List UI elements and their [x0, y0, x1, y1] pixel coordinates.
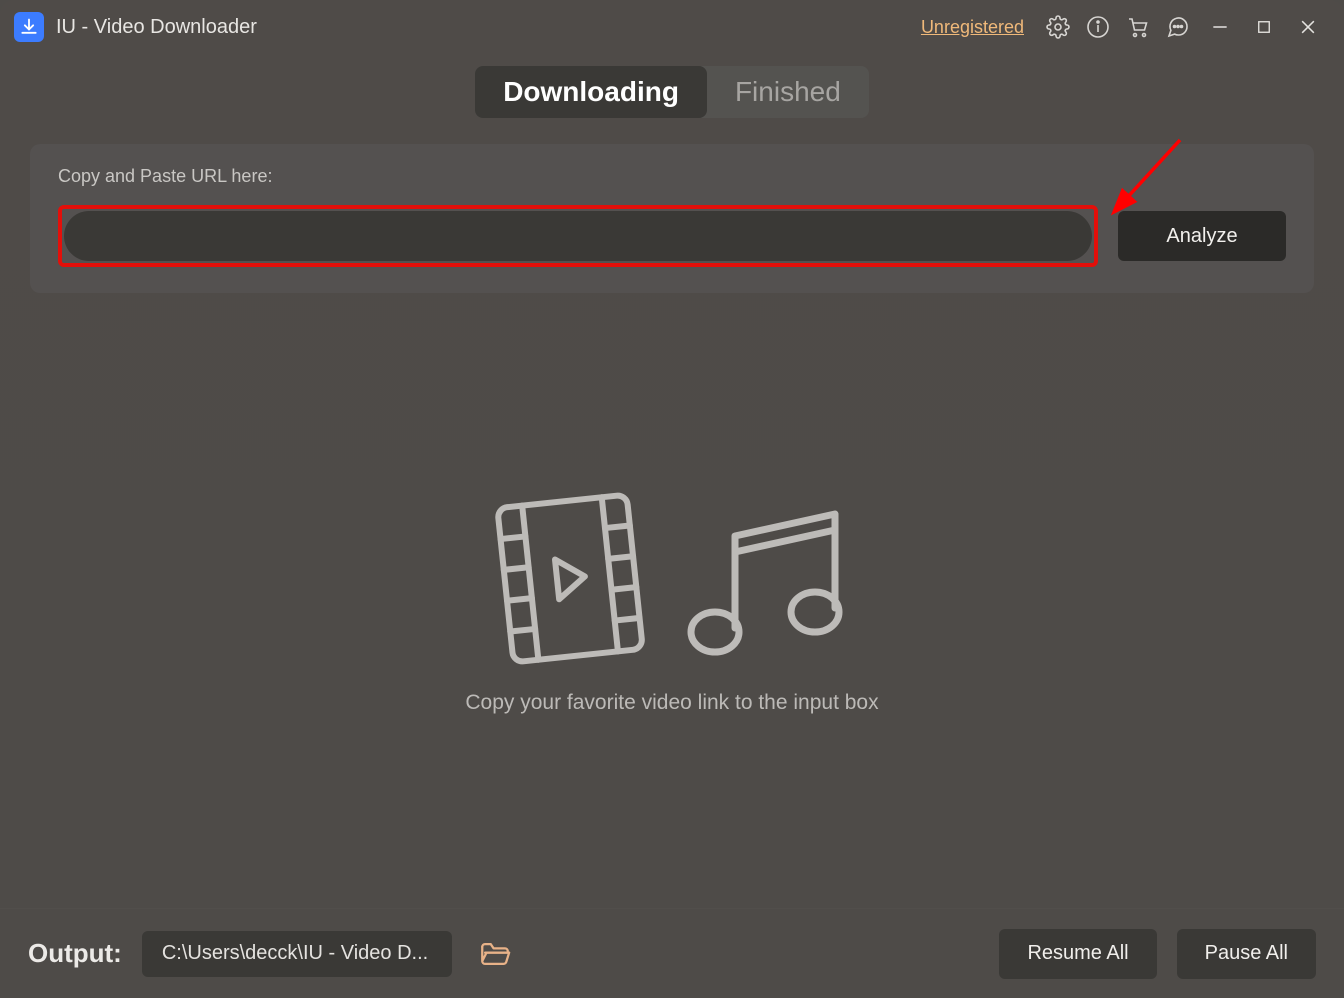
empty-state: Copy your favorite video link to the inp… [0, 293, 1344, 908]
tab-finished[interactable]: Finished [707, 66, 869, 118]
minimize-button[interactable] [1198, 7, 1242, 47]
footer: Output: C:\Users\decck\IU - Video D... R… [0, 908, 1344, 998]
analyze-button[interactable]: Analyze [1118, 211, 1286, 261]
url-input[interactable] [64, 211, 1092, 261]
empty-state-hint: Copy your favorite video link to the inp… [465, 691, 878, 715]
url-panel: Copy and Paste URL here: Analyze [30, 144, 1314, 293]
maximize-button[interactable] [1242, 7, 1286, 47]
titlebar: IU - Video Downloader Unregistered [0, 0, 1344, 54]
output-path[interactable]: C:\Users\decck\IU - Video D... [142, 931, 452, 977]
music-icon [675, 496, 860, 671]
tab-downloading[interactable]: Downloading [475, 66, 707, 118]
resume-all-button[interactable]: Resume All [999, 929, 1156, 979]
film-icon [485, 486, 655, 671]
output-label: Output: [28, 938, 122, 969]
app-logo-icon [14, 12, 44, 42]
tabs: Downloading Finished [0, 66, 1344, 118]
cart-button[interactable] [1118, 7, 1158, 47]
close-button[interactable] [1286, 7, 1330, 47]
info-button[interactable] [1078, 7, 1118, 47]
app-window: IU - Video Downloader Unregistered Downl… [0, 0, 1344, 998]
app-title: IU - Video Downloader [56, 16, 257, 39]
settings-button[interactable] [1038, 7, 1078, 47]
open-folder-button[interactable] [472, 931, 518, 977]
feedback-button[interactable] [1158, 7, 1198, 47]
url-label: Copy and Paste URL here: [58, 166, 1286, 187]
unregistered-link[interactable]: Unregistered [921, 17, 1024, 38]
url-input-highlight [58, 205, 1098, 267]
pause-all-button[interactable]: Pause All [1177, 929, 1316, 979]
